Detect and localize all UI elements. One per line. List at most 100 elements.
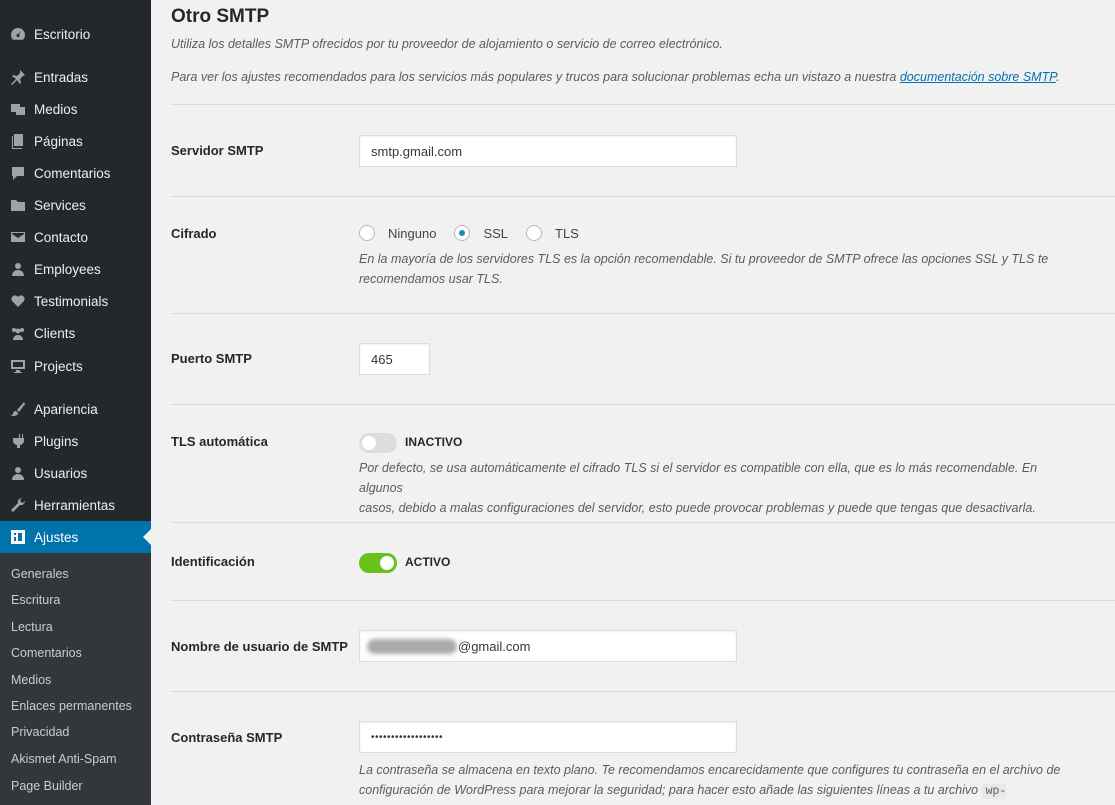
smtp-user-value: @gmail.com bbox=[458, 638, 531, 654]
dashboard-icon bbox=[9, 25, 27, 43]
help-line: La contraseña se almacena en texto plano… bbox=[359, 763, 1061, 777]
menu-label: Entradas bbox=[34, 69, 89, 85]
radio-button-checked[interactable] bbox=[454, 225, 471, 241]
separator bbox=[171, 522, 1115, 523]
users-icon bbox=[9, 464, 27, 482]
settings-content: Otro SMTP Utiliza los detalles SMTP ofre… bbox=[151, 0, 1115, 805]
comments-icon bbox=[9, 164, 27, 182]
submenu-item-lectura[interactable]: Lectura bbox=[11, 620, 53, 634]
submenu-item-akismet[interactable]: Akismet Anti-Spam bbox=[11, 752, 117, 766]
radio-label: SSL bbox=[483, 225, 509, 241]
radio-button[interactable] bbox=[526, 225, 543, 241]
autotls-help: Por defecto, se usa automáticamente el c… bbox=[359, 458, 1079, 518]
desktop-icon bbox=[9, 357, 27, 375]
auth-label: Identificación bbox=[171, 554, 255, 569]
autotls-label: TLS automática bbox=[171, 434, 268, 449]
menu-label: Apariencia bbox=[34, 401, 98, 417]
menu-label: Services bbox=[34, 197, 86, 213]
docs-note-text: Para ver los ajustes recomendados para l… bbox=[171, 70, 900, 84]
encryption-radio-group: Ninguno SSL TLS bbox=[359, 225, 597, 241]
smtp-port-label: Puerto SMTP bbox=[171, 351, 252, 366]
smtp-user-label: Nombre de usuario de SMTP bbox=[171, 639, 348, 654]
autotls-toggle[interactable] bbox=[359, 433, 397, 453]
help-line: Por defecto, se usa automáticamente el c… bbox=[359, 461, 1038, 495]
menu-label: Employees bbox=[34, 261, 101, 277]
redacted-text bbox=[367, 639, 457, 654]
section-docs-note: Para ver los ajustes recomendados para l… bbox=[171, 70, 1059, 84]
separator bbox=[171, 691, 1115, 692]
menu-item-paginas[interactable]: Páginas bbox=[0, 125, 151, 157]
section-description: Utiliza los detalles SMTP ofrecidos por … bbox=[171, 37, 723, 51]
wrench-icon bbox=[9, 496, 27, 514]
menu-item-plugins[interactable]: Plugins bbox=[0, 425, 151, 457]
menu-item-projects[interactable]: Projects bbox=[0, 350, 151, 382]
encryption-label: Cifrado bbox=[171, 226, 217, 241]
toggle-knob bbox=[380, 556, 394, 570]
toggle-knob bbox=[362, 436, 376, 450]
menu-label: Plugins bbox=[34, 433, 79, 449]
radio-dot bbox=[459, 230, 466, 236]
submenu-item-comentarios[interactable]: Comentarios bbox=[11, 646, 82, 660]
smtp-port-value: 465 bbox=[371, 351, 393, 367]
menu-item-testimonials[interactable]: Testimonials bbox=[0, 285, 151, 317]
submenu-item-privacidad[interactable]: Privacidad bbox=[11, 725, 69, 739]
radio-label: TLS bbox=[555, 225, 579, 241]
smtp-pass-label: Contraseña SMTP bbox=[171, 730, 283, 745]
submenu-item-medios[interactable]: Medios bbox=[11, 673, 51, 687]
active-indicator bbox=[143, 529, 151, 545]
smtp-pass-input[interactable]: •••••••••••••••••• bbox=[359, 721, 737, 753]
radio-button[interactable] bbox=[359, 225, 375, 241]
smtp-port-input[interactable]: 465 bbox=[359, 343, 430, 375]
menu-label: Medios bbox=[34, 101, 78, 117]
menu-item-herramientas[interactable]: Herramientas bbox=[0, 489, 151, 521]
submenu-item-escritura[interactable]: Escritura bbox=[11, 593, 60, 607]
settings-icon bbox=[9, 528, 27, 546]
menu-item-medios[interactable]: Medios bbox=[0, 93, 151, 125]
folder-icon bbox=[9, 196, 27, 214]
separator bbox=[171, 313, 1115, 314]
help-line: En la mayoría de los servidores TLS es l… bbox=[359, 252, 1049, 266]
menu-item-services[interactable]: Services bbox=[0, 189, 151, 221]
admin-sidebar: Escritorio Entradas Medios Páginas Comen… bbox=[0, 0, 151, 805]
menu-item-comentarios[interactable]: Comentarios bbox=[0, 157, 151, 189]
pass-help: La contraseña se almacena en texto plano… bbox=[359, 760, 1079, 805]
help-line: configuración de WordPress para mejorar … bbox=[359, 783, 982, 797]
auth-state: ACTIVO bbox=[405, 555, 451, 569]
separator bbox=[171, 196, 1115, 197]
menu-label: Projects bbox=[34, 358, 83, 374]
encryption-option-tls[interactable]: TLS bbox=[526, 225, 579, 241]
settings-submenu: Generales Escritura Lectura Comentarios … bbox=[0, 553, 151, 805]
brush-icon bbox=[9, 400, 27, 418]
submenu-item-enlaces[interactable]: Enlaces permanentes bbox=[11, 699, 132, 713]
menu-item-escritorio[interactable]: Escritorio bbox=[0, 18, 151, 50]
plugin-icon bbox=[9, 432, 27, 450]
menu-item-apariencia[interactable]: Apariencia bbox=[0, 393, 151, 425]
smtp-user-input[interactable]: @gmail.com bbox=[359, 630, 737, 662]
encryption-option-none[interactable]: Ninguno bbox=[359, 225, 436, 241]
menu-item-employees[interactable]: Employees bbox=[0, 253, 151, 285]
menu-item-contacto[interactable]: Contacto bbox=[0, 221, 151, 253]
submenu-item-generales[interactable]: Generales bbox=[11, 567, 69, 581]
separator bbox=[171, 404, 1115, 405]
menu-label: Ajustes bbox=[34, 529, 79, 545]
menu-item-ajustes[interactable]: Ajustes bbox=[0, 521, 151, 553]
smtp-host-input[interactable]: smtp.gmail.com bbox=[359, 135, 737, 167]
help-line: casos, debido a malas configuraciones de… bbox=[359, 501, 1036, 515]
encryption-option-ssl[interactable]: SSL bbox=[454, 225, 508, 241]
mail-icon bbox=[9, 228, 27, 246]
menu-item-clients[interactable]: Clients bbox=[0, 317, 151, 349]
heart-icon bbox=[9, 292, 27, 310]
pin-icon bbox=[9, 68, 27, 86]
menu-label: Páginas bbox=[34, 133, 83, 149]
smtp-host-value: smtp.gmail.com bbox=[371, 143, 463, 159]
menu-label: Clients bbox=[34, 325, 76, 341]
separator bbox=[171, 104, 1115, 105]
menu-item-usuarios[interactable]: Usuarios bbox=[0, 457, 151, 489]
menu-item-entradas[interactable]: Entradas bbox=[0, 61, 151, 93]
menu-label: Comentarios bbox=[34, 165, 111, 181]
auth-toggle[interactable] bbox=[359, 553, 397, 573]
submenu-item-page-builder[interactable]: Page Builder bbox=[11, 779, 83, 793]
smtp-docs-link[interactable]: documentación sobre SMTP bbox=[900, 70, 1056, 84]
smtp-pass-value: •••••••••••••••••• bbox=[371, 731, 444, 743]
encryption-help: En la mayoría de los servidores TLS es l… bbox=[359, 249, 1079, 289]
